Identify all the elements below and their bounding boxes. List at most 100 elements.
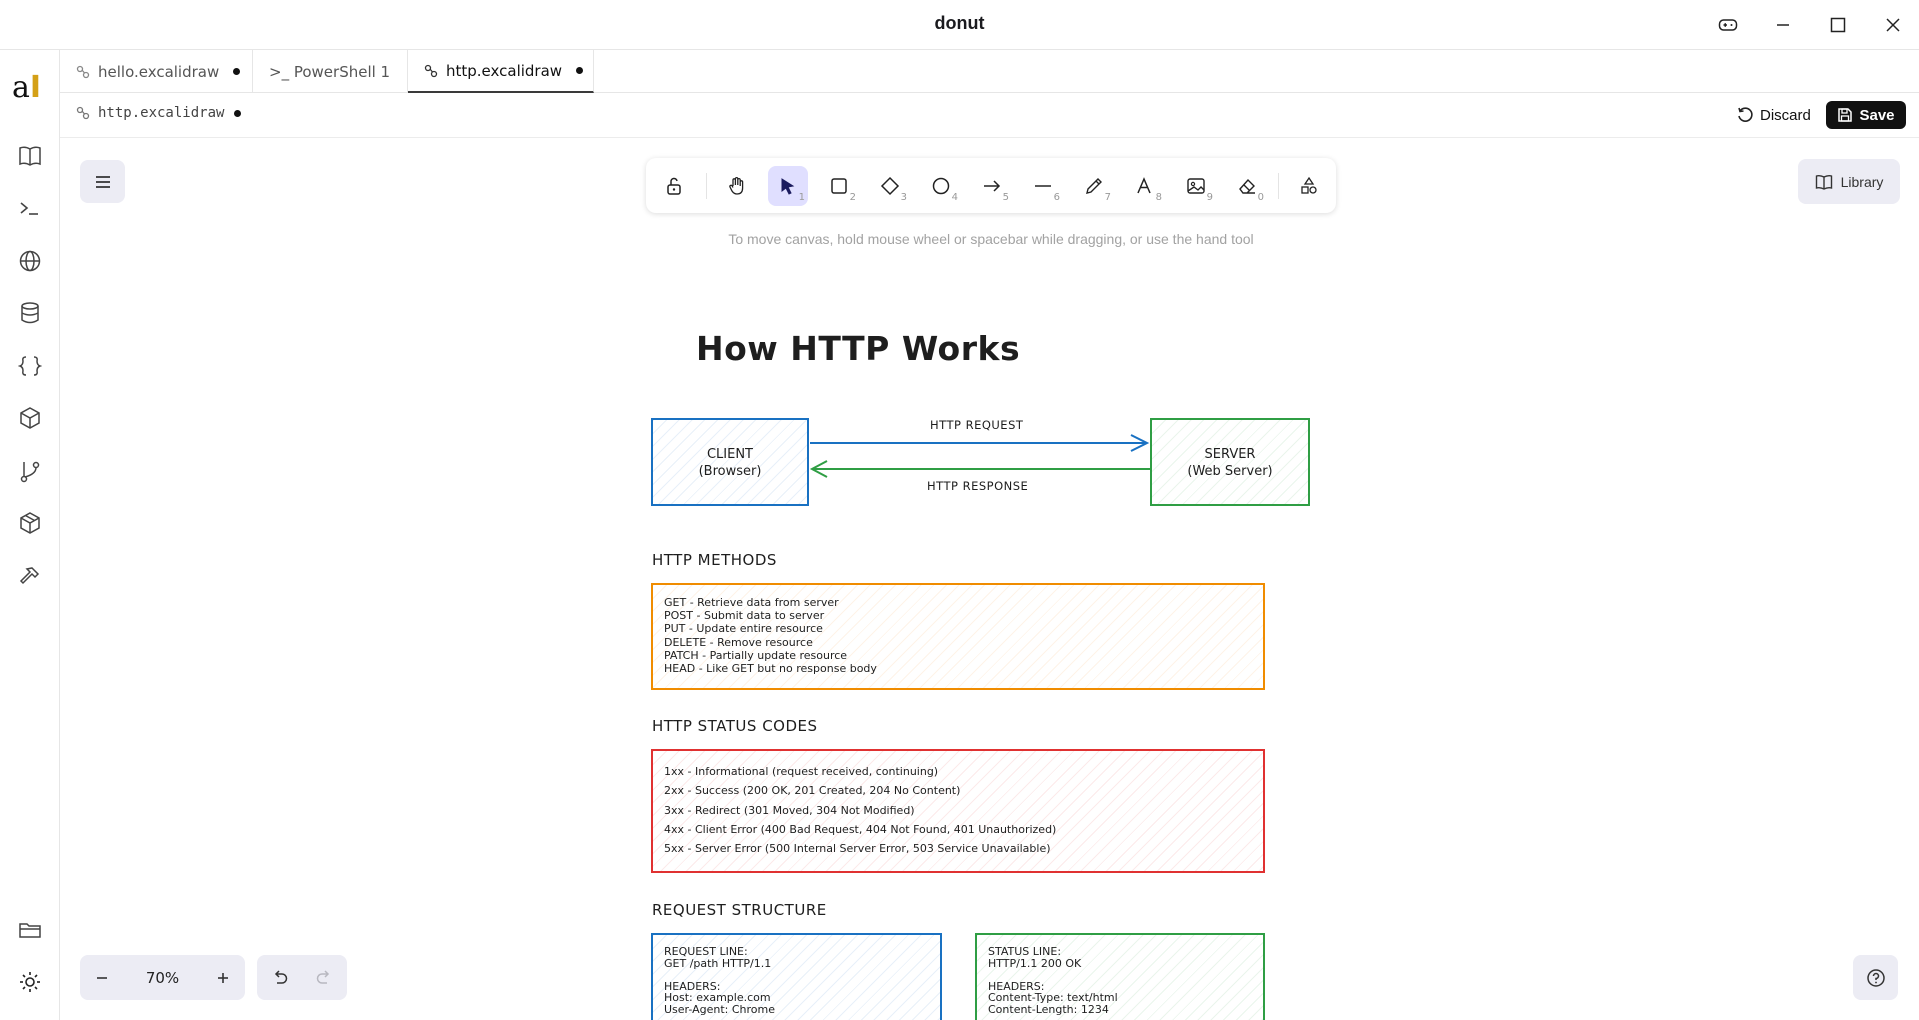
library-book-icon — [1815, 174, 1832, 190]
hand-tool[interactable] — [717, 166, 757, 206]
minimize-button[interactable] — [1769, 12, 1797, 38]
response-label[interactable]: HTTP RESPONSE — [927, 479, 1028, 493]
library-button[interactable]: Library — [1798, 159, 1900, 204]
response-structure-box[interactable]: STATUS LINE: HTTP/1.1 200 OK HEADERS: Co… — [975, 933, 1265, 1020]
request-label[interactable]: HTTP REQUEST — [930, 418, 1023, 432]
redo-button[interactable] — [302, 955, 346, 1000]
app-logo: aI — [12, 70, 42, 105]
help-button[interactable] — [1853, 955, 1898, 1000]
server-label-line: SERVER — [1204, 447, 1256, 462]
shortcut-key: 1 — [798, 192, 805, 203]
client-box[interactable]: CLIENT (Browser) — [651, 418, 809, 506]
wrench-icon[interactable] — [17, 563, 43, 589]
tab-http-excalidraw[interactable]: http.excalidraw — [408, 50, 594, 93]
structure-heading[interactable]: REQUEST STRUCTURE — [652, 901, 827, 919]
rectangle-tool[interactable]: 2 — [819, 166, 859, 206]
undo-button[interactable] — [258, 955, 302, 1000]
main-menu-button[interactable] — [80, 160, 125, 203]
hamburger-icon — [95, 175, 110, 188]
shortcut-key: 9 — [1206, 192, 1213, 203]
ellipse-icon — [932, 177, 950, 195]
server-label: SERVER (Web Server) — [1152, 446, 1308, 480]
shortcut-key: 0 — [1257, 192, 1264, 203]
client-label-line: (Browser) — [698, 464, 762, 479]
sun-icon[interactable] — [17, 969, 43, 995]
more-tools-button[interactable] — [1289, 166, 1329, 206]
shapes-icon — [1301, 176, 1317, 194]
status-box[interactable]: 1xx - Informational (request received, c… — [651, 749, 1265, 873]
shortcut-key: 2 — [849, 192, 856, 203]
selection-tool[interactable]: 1 — [768, 166, 808, 206]
package-icon[interactable] — [17, 510, 43, 536]
save-button[interactable]: Save — [1826, 101, 1906, 129]
tab-label: >_ PowerShell 1 — [269, 62, 391, 81]
globe-icon[interactable] — [17, 248, 43, 274]
text-tool[interactable]: 8 — [1125, 166, 1165, 206]
request-arrow[interactable] — [810, 434, 1150, 452]
client-label-line: CLIENT — [706, 447, 754, 462]
zoom-controls: 70% — [80, 955, 245, 1000]
canvas-hint: To move canvas, hold mouse wheel or spac… — [728, 231, 1254, 247]
discard-button[interactable]: Discard — [1728, 101, 1819, 129]
save-icon — [1838, 108, 1853, 122]
methods-heading[interactable]: HTTP METHODS — [652, 551, 777, 569]
toolbar-divider — [706, 173, 707, 199]
request-structure-box[interactable]: REQUEST LINE: GET /path HTTP/1.1 HEADERS… — [651, 933, 942, 1020]
file-name: http.excalidraw — [76, 105, 242, 121]
status-heading[interactable]: HTTP STATUS CODES — [652, 717, 818, 735]
diagram-title[interactable]: How HTTP Works — [696, 329, 1020, 368]
tab-label: hello.excalidraw — [98, 62, 220, 81]
tab-powershell[interactable]: >_ PowerShell 1 — [253, 50, 408, 93]
unsaved-dot — [576, 67, 584, 74]
file-header: http.excalidraw Discard Save — [60, 93, 1919, 138]
arrow-tool[interactable]: 5 — [972, 166, 1012, 206]
redo-icon — [316, 969, 330, 984]
draw-tool[interactable]: 7 — [1074, 166, 1114, 206]
zoom-in-button[interactable] — [201, 955, 245, 1000]
image-icon — [1187, 178, 1205, 194]
server-box[interactable]: SERVER (Web Server) — [1150, 418, 1310, 506]
image-tool[interactable]: 9 — [1176, 166, 1216, 206]
ellipse-tool[interactable]: 4 — [921, 166, 961, 206]
gamepad-icon[interactable] — [1714, 12, 1742, 38]
history-controls — [257, 955, 347, 1000]
client-label: CLIENT (Browser) — [653, 446, 807, 480]
excalidraw-file-icon — [76, 65, 90, 78]
response-arrow[interactable] — [809, 460, 1150, 478]
zoom-out-button[interactable] — [80, 955, 124, 1000]
server-label-line: (Web Server) — [1187, 464, 1273, 479]
zoom-level[interactable]: 70% — [124, 955, 201, 1000]
rectangle-icon — [831, 178, 847, 194]
git-branch-icon[interactable] — [17, 458, 43, 484]
lock-tool[interactable] — [654, 166, 694, 206]
request-structure-text: REQUEST LINE: GET /path HTTP/1.1 HEADERS… — [664, 945, 776, 1016]
tab-hello-excalidraw[interactable]: hello.excalidraw — [60, 50, 253, 93]
help-icon — [1866, 968, 1885, 987]
toolbar-divider — [1278, 173, 1279, 199]
shape-toolbar: 1 2 3 4 5 6 7 8 9 0 — [646, 158, 1336, 213]
cube-icon[interactable] — [17, 405, 43, 431]
line-tool[interactable]: 6 — [1023, 166, 1063, 206]
close-window-button[interactable] — [1879, 12, 1907, 38]
database-icon[interactable] — [17, 300, 43, 326]
shortcut-key: 3 — [900, 192, 907, 203]
methods-box[interactable]: GET - Retrieve data from server POST - S… — [651, 583, 1265, 690]
file-name-label: http.excalidraw — [98, 105, 225, 121]
eraser-tool[interactable]: 0 — [1227, 166, 1267, 206]
diamond-tool[interactable]: 3 — [870, 166, 910, 206]
book-icon[interactable] — [17, 143, 43, 169]
maximize-button[interactable] — [1824, 12, 1852, 38]
unsaved-dot — [234, 109, 242, 117]
tab-label: http.excalidraw — [446, 61, 563, 80]
discard-label: Discard — [1760, 106, 1811, 124]
shortcut-key: 7 — [1104, 192, 1111, 203]
pointer-icon — [781, 178, 795, 195]
folder-icon[interactable] — [17, 917, 43, 943]
excalidraw-canvas[interactable]: 1 2 3 4 5 6 7 8 9 0 Library To move canv… — [61, 139, 1919, 1020]
braces-icon[interactable] — [17, 353, 43, 379]
terminal-icon[interactable] — [17, 195, 43, 221]
save-label: Save — [1859, 106, 1895, 124]
title-bar: donut — [0, 0, 1919, 50]
undo-circle-icon — [1738, 107, 1753, 122]
arrow-icon — [984, 180, 1001, 192]
